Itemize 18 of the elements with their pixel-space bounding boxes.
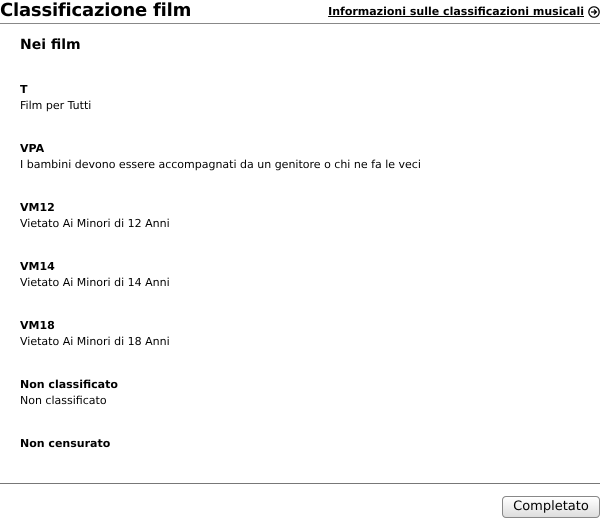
rating-code: VM18: [20, 318, 56, 334]
rating-code: VM14: [20, 259, 56, 275]
rating-description: Vietato Ai Minori di 14 Anni: [20, 275, 171, 291]
window-title: Classificazione film: [0, 0, 192, 22]
rating-code: Non classificato: [20, 377, 119, 393]
rating-description: Vietato Ai Minori di 12 Anni: [20, 216, 171, 232]
rating-code: VPA: [20, 141, 46, 157]
done-button[interactable]: Completato: [502, 496, 600, 518]
rating-code: T: [20, 82, 29, 98]
rating-code: Non censurato: [20, 436, 112, 452]
rating-description: I bambini devono essere accompagnati da un genitore o chi ne fa le veci: [20, 157, 422, 173]
rating-description: Non classificato: [20, 393, 108, 409]
info-link[interactable]: Informazioni sulle classificazioni musicali: [328, 4, 584, 20]
rating-description: Vietato Ai Minori di 18 Anni: [20, 334, 171, 350]
arrow-icon[interactable]: [588, 6, 600, 18]
rating-code: VM12: [20, 200, 56, 216]
section-heading: Nei film: [20, 36, 82, 55]
rating-description: Film per Tutti: [20, 98, 92, 114]
